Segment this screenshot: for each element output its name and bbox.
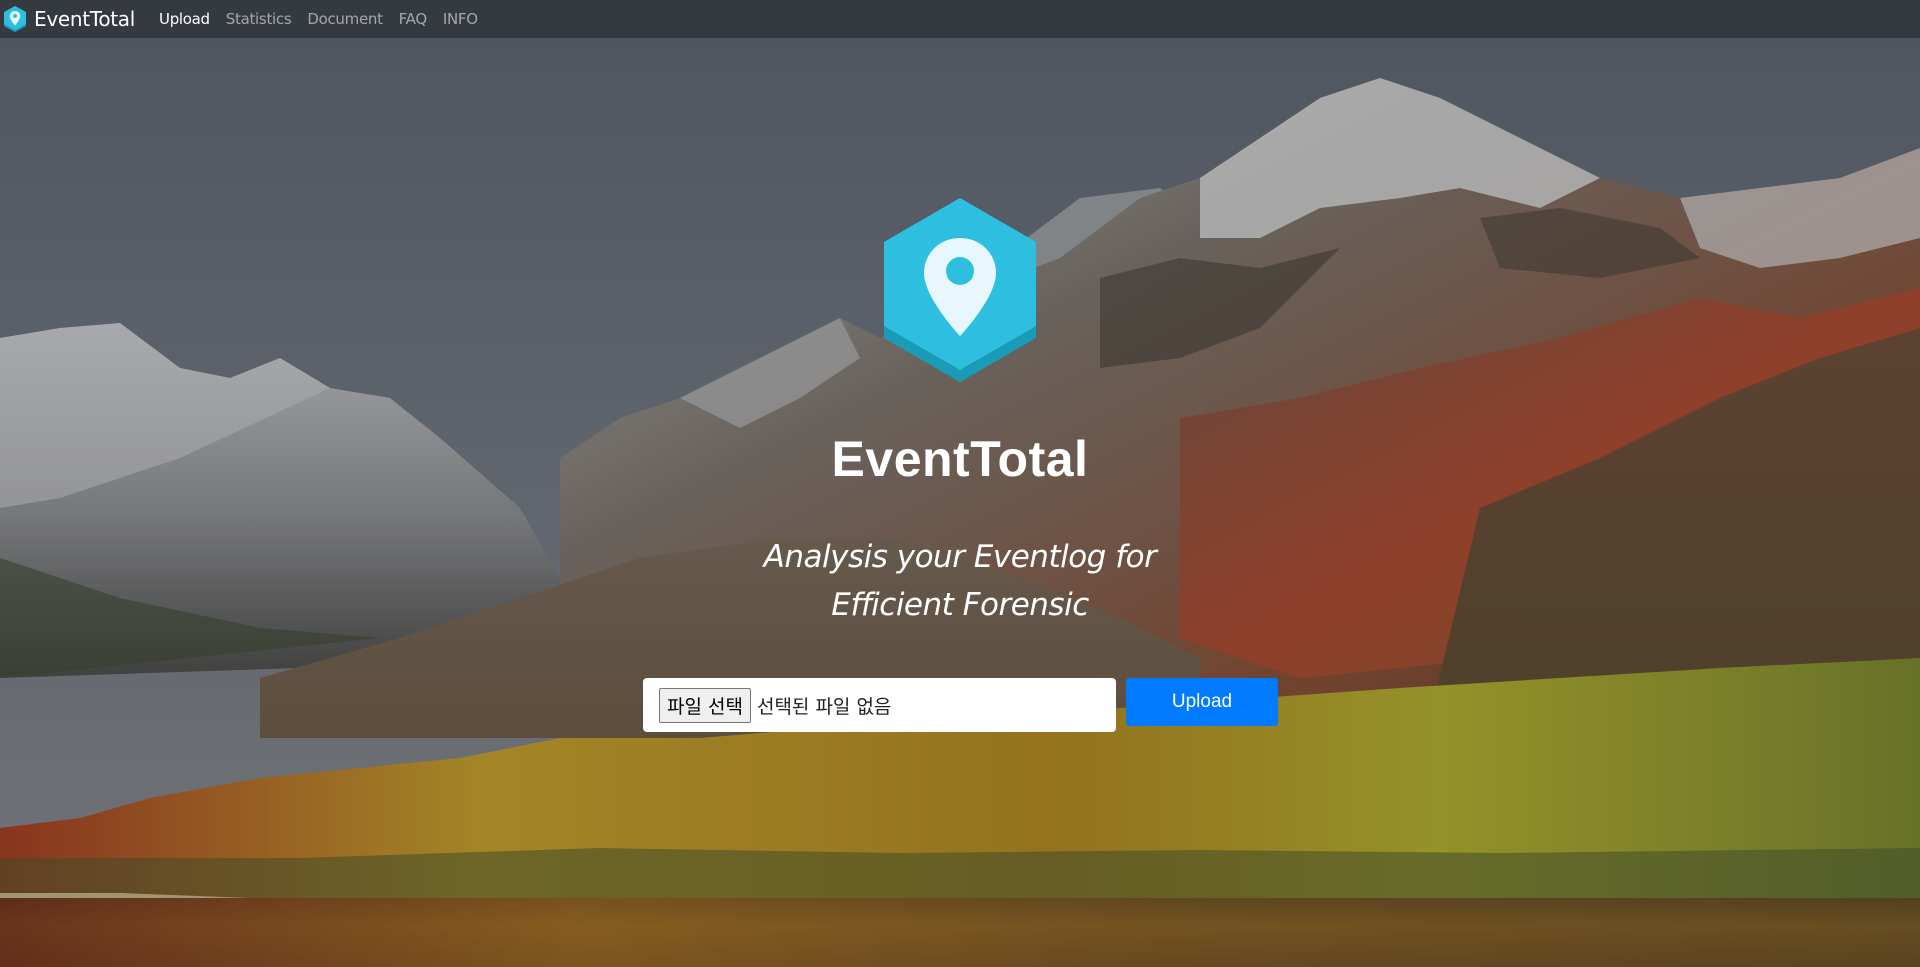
nav-link-faq[interactable]: FAQ bbox=[399, 10, 427, 28]
navbar: EventTotal Upload Statistics Document FA… bbox=[0, 0, 1920, 38]
hero-title: EventTotal bbox=[831, 431, 1089, 487]
upload-button[interactable]: Upload bbox=[1126, 678, 1278, 726]
hero-subtitle-line-1: Analysis your Eventlog for bbox=[763, 539, 1157, 575]
background-overlay bbox=[0, 38, 1920, 967]
nav-links: Upload Statistics Document FAQ INFO bbox=[159, 10, 494, 28]
hero-subtitle-line-2: Efficient Forensic bbox=[831, 587, 1089, 623]
map-pin-hexagon-icon bbox=[884, 198, 1036, 382]
map-pin-hexagon-icon bbox=[4, 6, 26, 32]
nav-link-document[interactable]: Document bbox=[307, 10, 383, 28]
choose-file-button[interactable]: 파일 선택 bbox=[659, 687, 751, 723]
nav-link-info[interactable]: INFO bbox=[443, 10, 478, 28]
hero-subtitle: Analysis your Eventlog for Efficient For… bbox=[0, 533, 1920, 629]
nav-link-statistics[interactable]: Statistics bbox=[226, 10, 292, 28]
page: EventTotal Upload Statistics Document FA… bbox=[0, 0, 1920, 967]
nav-link-upload[interactable]: Upload bbox=[159, 10, 210, 28]
file-status-text: 선택된 파일 없음 bbox=[756, 695, 892, 718]
brand-name: EventTotal bbox=[34, 7, 136, 31]
file-input[interactable]: 파일 선택 선택된 파일 없음 bbox=[643, 678, 1116, 732]
brand-link[interactable]: EventTotal bbox=[4, 6, 135, 32]
